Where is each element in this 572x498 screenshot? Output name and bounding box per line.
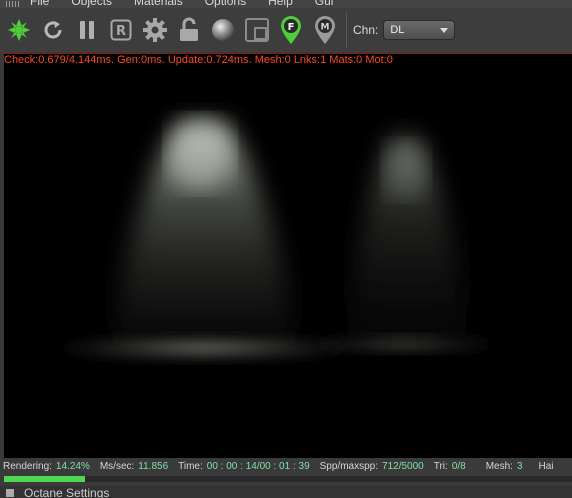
- mesh-value: 3: [516, 460, 523, 472]
- menu-materials[interactable]: Materials: [134, 0, 183, 8]
- toolbar: R F M Chn: DL: [0, 8, 572, 52]
- film-region-icon[interactable]: [242, 15, 272, 45]
- render-viewport[interactable]: Check:0.679/4.144ms. Gen:0ms. Update:0.7…: [4, 54, 572, 458]
- pause-icon[interactable]: [72, 15, 102, 45]
- menu-gui[interactable]: Gui: [315, 0, 334, 8]
- svg-text:R: R: [116, 24, 126, 39]
- octane-render-window: File Objects Materials Options Help Gui: [0, 0, 572, 498]
- chevron-down-icon: [440, 27, 449, 33]
- material-ball-icon[interactable]: [208, 15, 238, 45]
- time-value: 00 : 00 : 14/00 : 01 : 39: [206, 460, 310, 472]
- menu-options[interactable]: Options: [205, 0, 246, 8]
- menu-file[interactable]: File: [30, 0, 49, 8]
- status-bar: Rendering: 14.24% Ms/sec: 11.856 Time: 0…: [0, 458, 572, 474]
- spp-value: 712/5000: [382, 460, 424, 472]
- mesh-label: Mesh:: [485, 460, 513, 472]
- render-progress-fill: [4, 476, 85, 482]
- menu-help[interactable]: Help: [268, 0, 293, 8]
- rendering-value: 14.24%: [55, 460, 90, 472]
- focus-picker-icon[interactable]: F: [276, 15, 306, 45]
- ms-sec-label: Ms/sec:: [99, 460, 135, 472]
- octane-logo-icon[interactable]: [4, 15, 34, 45]
- render-image: [4, 54, 572, 458]
- material-picker-icon[interactable]: M: [310, 15, 340, 45]
- menu-bar: File Objects Materials Options Help Gui: [0, 0, 572, 8]
- tri-value: 0/8: [451, 460, 466, 472]
- region-render-icon[interactable]: R: [106, 15, 136, 45]
- svg-text:F: F: [288, 22, 295, 33]
- octane-settings-panel[interactable]: Octane Settings: [0, 486, 572, 498]
- octane-settings-title: Octane Settings: [24, 486, 110, 498]
- tri-label: Tri:: [433, 460, 448, 472]
- hair-label: Hai: [538, 460, 554, 472]
- settings-gear-icon[interactable]: [140, 15, 170, 45]
- channel-select[interactable]: DL: [383, 20, 456, 40]
- menu-objects[interactable]: Objects: [71, 0, 112, 8]
- time-label: Time:: [178, 460, 203, 472]
- channel-select-value: DL: [390, 24, 405, 36]
- toolbar-separator: [346, 12, 347, 48]
- channel-label: Chn:: [353, 23, 379, 37]
- render-stats-text: Check:0.679/4.144ms. Gen:0ms. Update:0.7…: [4, 54, 393, 66]
- grip-handle-icon[interactable]: [6, 1, 20, 7]
- lock-icon[interactable]: [174, 15, 204, 45]
- svg-text:M: M: [321, 23, 330, 33]
- restart-render-icon[interactable]: [38, 15, 68, 45]
- rendering-label: Rendering:: [3, 460, 52, 472]
- panel-collapse-icon[interactable]: [6, 489, 14, 497]
- render-progress-bar: [4, 476, 572, 482]
- ms-sec-value: 11.856: [138, 460, 169, 472]
- spp-label: Spp/maxspp:: [319, 460, 379, 472]
